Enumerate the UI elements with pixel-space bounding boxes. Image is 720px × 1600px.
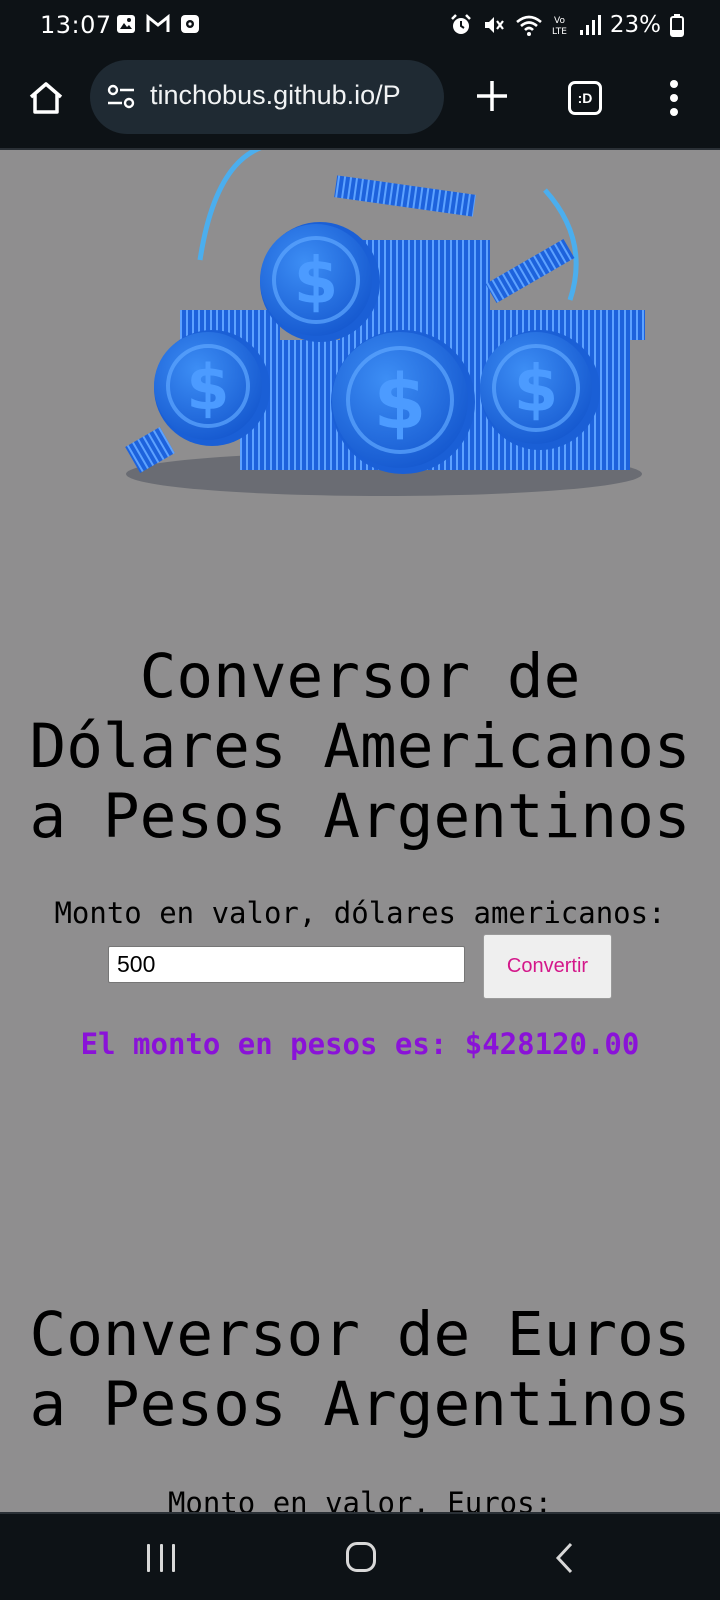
recents-button[interactable]: [147, 1544, 175, 1572]
home-button[interactable]: [346, 1542, 376, 1572]
coins-illustration: $ $ $ $: [125, 150, 645, 496]
usd-converter-title: Conversor de Dólares Americanos a Pesos …: [29, 641, 691, 852]
svg-text:$: $: [294, 245, 339, 319]
back-icon[interactable]: [554, 1542, 574, 1574]
battery-percent: 23%: [609, 12, 661, 38]
system-navigation-bar: [0, 1512, 720, 1600]
media-icon: [181, 15, 199, 33]
notification-icons: [116, 14, 200, 34]
usd-convert-button[interactable]: Convertir: [483, 934, 612, 999]
url-text: tinchobus.github.io/P: [150, 80, 401, 110]
gallery-icon: [117, 15, 135, 33]
home-icon[interactable]: [26, 78, 66, 118]
eur-converter-title: Conversor de Euros a Pesos Argentinos: [29, 1299, 691, 1440]
usd-amount-label: Monto en valor, dólares americanos:: [54, 896, 666, 930]
svg-text:LTE: LTE: [552, 27, 567, 37]
alarm-icon: [450, 14, 471, 34]
battery-icon: [670, 14, 684, 37]
coin-right: $: [480, 330, 600, 450]
browser-toolbar: tinchobus.github.io/P :D: [0, 52, 720, 150]
site-settings-icon[interactable]: [106, 84, 136, 110]
svg-text:Vo: Vo: [554, 16, 565, 26]
gmail-icon: [146, 14, 170, 32]
status-bar: 13:07 Vo LTE 23%: [0, 0, 720, 52]
svg-text:$: $: [514, 353, 559, 427]
svg-text:$: $: [374, 357, 427, 446]
system-icons: Vo LTE 23%: [449, 12, 684, 38]
coin-left: $: [154, 330, 270, 446]
tab-switcher-button[interactable]: :D: [568, 81, 602, 115]
mute-icon: [484, 17, 504, 33]
overflow-menu-icon[interactable]: [668, 80, 680, 120]
coin-top: $: [260, 222, 380, 342]
usd-result-text: El monto en pesos es: $428120.00: [80, 1027, 640, 1061]
volte-icon: VoLTE: [552, 16, 567, 37]
status-time: 13:07: [40, 11, 112, 39]
address-bar[interactable]: tinchobus.github.io/P: [90, 60, 444, 134]
signal-icon: [579, 15, 601, 35]
wifi-icon: [516, 15, 542, 36]
new-tab-icon[interactable]: [474, 78, 510, 114]
usd-amount-input[interactable]: [108, 946, 465, 983]
svg-text:$: $: [186, 351, 229, 424]
coin-center: $: [331, 330, 475, 474]
